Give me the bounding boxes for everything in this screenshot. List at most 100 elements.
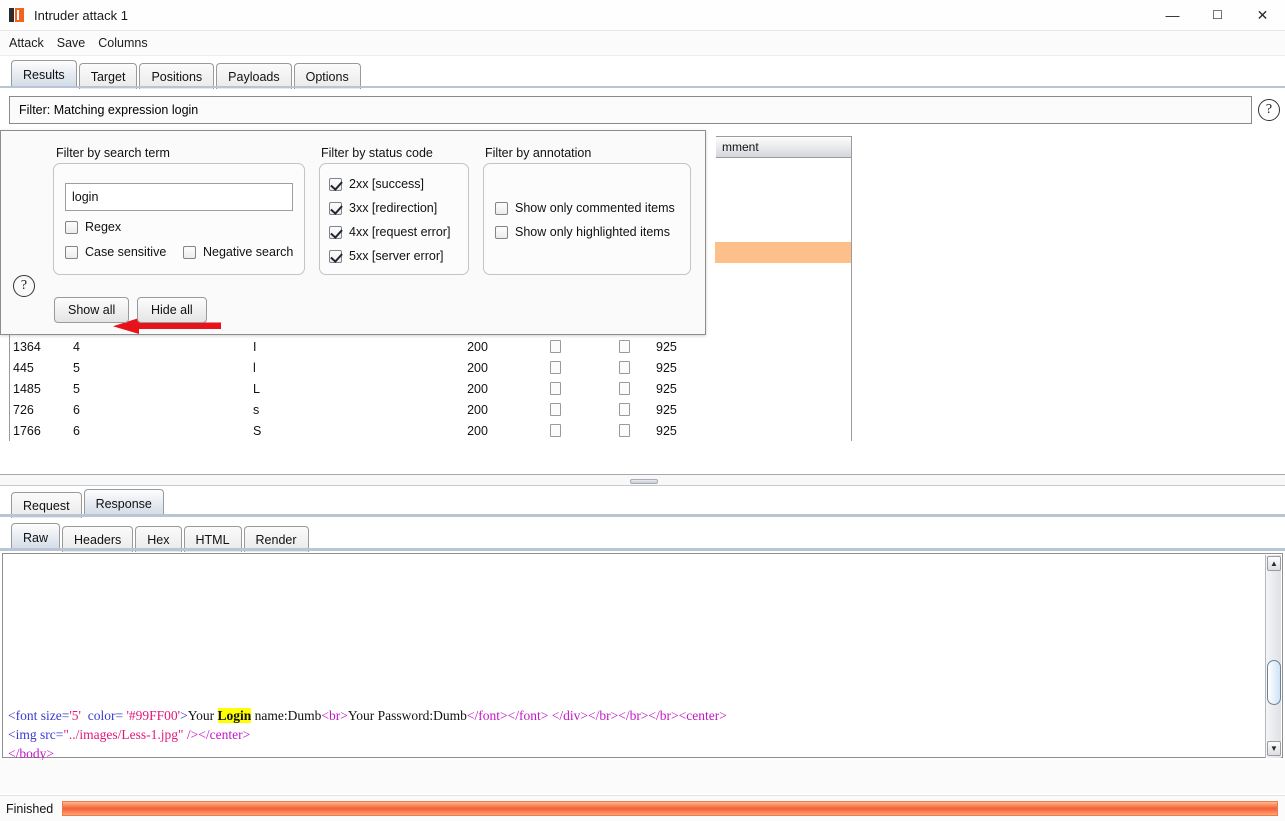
table-row[interactable]: 445 5 l 200 925	[10, 357, 851, 378]
code-tag: <font	[8, 708, 38, 723]
status-3xx-checkbox-icon[interactable]	[329, 201, 342, 215]
cell-request: 1364	[13, 339, 41, 354]
cell-checkbox-2[interactable]	[596, 336, 653, 357]
case-sensitive-checkbox-row[interactable]: Case sensitive	[65, 245, 166, 259]
cell-checkbox-2[interactable]	[596, 378, 653, 399]
show-highlighted-label: Show only highlighted items	[515, 225, 670, 239]
cell-checkbox-1[interactable]	[515, 399, 596, 420]
code-attr: color=	[80, 708, 124, 723]
search-match-highlight: Login	[217, 708, 252, 723]
tab-raw[interactable]: Raw	[11, 523, 61, 551]
hide-all-button[interactable]: Hide all	[137, 297, 207, 323]
show-commented-checkbox-icon[interactable]	[495, 201, 508, 215]
status-2xx-checkbox-icon[interactable]	[329, 177, 342, 191]
cell-length: 925	[656, 381, 677, 396]
intruder-attack-window: Intruder attack 1 — ☐ ✕ Attack Save Colu…	[0, 0, 1285, 821]
cell-checkbox-1[interactable]	[515, 420, 596, 441]
cell-checkbox-2[interactable]	[596, 357, 653, 378]
cell-length: 925	[656, 402, 677, 417]
cell-checkbox-2[interactable]	[596, 420, 653, 441]
help-icon[interactable]: ?	[1258, 99, 1280, 121]
status-4xx-row[interactable]: 4xx [request error]	[329, 225, 450, 239]
scrollbar-thumb[interactable]	[1267, 660, 1281, 705]
cell-checkbox-1[interactable]	[515, 378, 596, 399]
filter-bar[interactable]: Filter: Matching expression login	[9, 96, 1252, 124]
scroll-up-icon[interactable]: ▲	[1267, 556, 1281, 571]
cell-checkbox-2[interactable]	[596, 399, 653, 420]
row-checkbox-icon[interactable]	[550, 361, 561, 374]
status-3xx-row[interactable]: 3xx [redirection]	[329, 201, 437, 215]
row-checkbox-icon[interactable]	[550, 340, 561, 353]
table-row[interactable]: 1485 5 L 200 925	[10, 378, 851, 399]
cell-length: 925	[656, 360, 677, 375]
cell-request: 1766	[13, 423, 41, 438]
minimize-button[interactable]: —	[1150, 0, 1195, 31]
response-vertical-scrollbar[interactable]: ▲ ▼	[1265, 555, 1281, 758]
row-checkbox-icon[interactable]	[619, 424, 630, 437]
cell-length: 925	[656, 339, 677, 354]
status-5xx-label: 5xx [server error]	[349, 249, 444, 263]
scroll-down-icon[interactable]: ▼	[1267, 741, 1281, 756]
code-text: name:Dumb	[251, 708, 322, 723]
code-tag: <img	[8, 727, 37, 742]
menu-item-attack[interactable]: Attack	[9, 36, 44, 50]
show-all-button[interactable]: Show all	[54, 297, 130, 323]
cell-checkbox-1[interactable]	[515, 357, 596, 378]
panel-splitter[interactable]	[0, 474, 1285, 486]
negative-search-checkbox-icon[interactable]	[183, 245, 196, 259]
table-row-highlighted-band	[715, 242, 851, 263]
code-attr: src=	[36, 727, 64, 742]
status-2xx-row[interactable]: 2xx [success]	[329, 177, 424, 191]
view-tab-strip: Raw Headers Hex HTML Render	[11, 523, 311, 552]
row-checkbox-icon[interactable]	[619, 361, 630, 374]
code-tag: /></center>	[183, 727, 251, 742]
show-highlighted-checkbox-icon[interactable]	[495, 225, 508, 239]
status-label: Finished	[6, 801, 54, 816]
row-checkbox-icon[interactable]	[619, 403, 630, 416]
row-checkbox-icon[interactable]	[619, 340, 630, 353]
regex-label: Regex	[85, 220, 122, 234]
filter-popup: ? Filter by search term login Regex Case…	[0, 130, 706, 335]
regex-checkbox-row[interactable]: Regex	[65, 220, 121, 234]
cell-payload: s	[253, 402, 260, 417]
status-5xx-row[interactable]: 5xx [server error]	[329, 249, 443, 263]
menu-item-columns[interactable]: Columns	[98, 36, 147, 50]
window-title: Intruder attack 1	[34, 7, 128, 23]
row-checkbox-icon[interactable]	[550, 403, 561, 416]
row-checkbox-icon[interactable]	[550, 382, 561, 395]
code-tag: </div></br></br></br><center>	[551, 708, 727, 723]
tab-response[interactable]: Response	[83, 489, 164, 517]
table-header-comment[interactable]: mment	[716, 136, 852, 158]
status-4xx-checkbox-icon[interactable]	[329, 225, 342, 239]
cell-status: 200	[467, 423, 488, 438]
table-row[interactable]: 1766 6 S 200 925	[10, 420, 851, 441]
view-tab-underline	[0, 548, 1285, 551]
show-highlighted-row[interactable]: Show only highlighted items	[495, 225, 670, 239]
regex-checkbox-icon[interactable]	[65, 220, 78, 234]
filter-help-icon[interactable]: ?	[13, 275, 35, 297]
table-row[interactable]: 726 6 s 200 925	[10, 399, 851, 420]
tab-results[interactable]: Results	[11, 60, 77, 88]
menu-item-save[interactable]: Save	[57, 36, 86, 50]
filter-annotation-group	[483, 163, 691, 275]
response-source-code: <font size='5' color= '#99FF00'>Your Log…	[8, 706, 1253, 763]
splitter-grip[interactable]	[630, 479, 658, 484]
message-tab-strip: Request Response	[11, 489, 166, 518]
code-tag: <br>	[321, 708, 348, 723]
response-viewer[interactable]: <font size='5' color= '#99FF00'>Your Log…	[2, 553, 1283, 761]
row-checkbox-icon[interactable]	[619, 382, 630, 395]
show-commented-row[interactable]: Show only commented items	[495, 201, 675, 215]
case-sensitive-checkbox-icon[interactable]	[65, 245, 78, 259]
negative-search-checkbox-row[interactable]: Negative search	[183, 245, 293, 259]
message-tab-underline	[0, 514, 1285, 517]
maximize-button[interactable]: ☐	[1195, 0, 1240, 31]
close-button[interactable]: ✕	[1240, 0, 1285, 31]
cell-status: 200	[467, 381, 488, 396]
status-5xx-checkbox-icon[interactable]	[329, 249, 342, 263]
main-tab-strip: Results Target Positions Payloads Option…	[0, 58, 1285, 89]
cell-checkbox-1[interactable]	[515, 336, 596, 357]
table-row[interactable]: 1364 4 I 200 925	[10, 336, 851, 357]
status-3xx-label: 3xx [redirection]	[349, 201, 438, 215]
row-checkbox-icon[interactable]	[550, 424, 561, 437]
search-term-input[interactable]: login	[65, 183, 293, 211]
